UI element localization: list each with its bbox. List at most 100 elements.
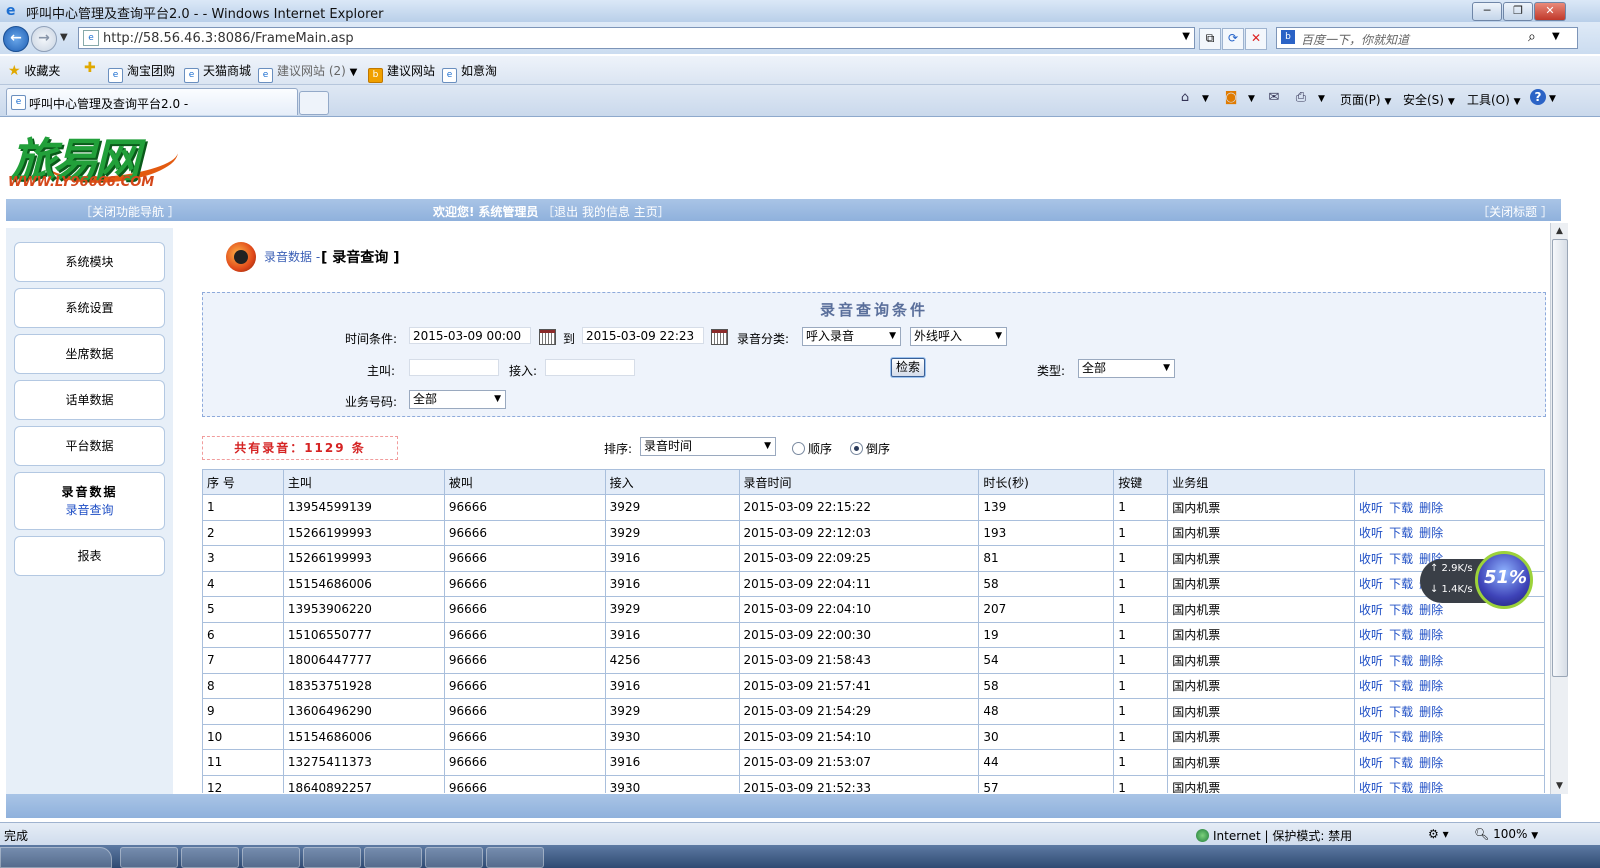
- fav-item-suggested-sites[interactable]: e 建议网站 (2) ▼: [258, 62, 357, 83]
- listen-link[interactable]: 收听: [1359, 628, 1383, 642]
- minimize-button[interactable]: ─: [1472, 2, 1502, 21]
- add-favorite-icon[interactable]: ✚: [84, 60, 96, 76]
- listen-link[interactable]: 收听: [1359, 781, 1383, 793]
- type-select[interactable]: 全部 ▼: [1078, 359, 1175, 378]
- download-link[interactable]: 下载: [1389, 679, 1413, 693]
- new-tab-button[interactable]: [299, 91, 329, 115]
- listen-link[interactable]: 收听: [1359, 577, 1383, 591]
- fav-item-ruyitao[interactable]: e 如意淘: [442, 62, 497, 83]
- close-title-link[interactable]: ［关闭标题 ］: [1477, 203, 1553, 220]
- favorites-button[interactable]: ★ 收藏夹: [8, 62, 60, 79]
- taskbar-button[interactable]: [242, 847, 300, 868]
- biz-number-select[interactable]: 全部 ▼: [409, 390, 506, 409]
- download-link[interactable]: 下载: [1389, 526, 1413, 540]
- download-link[interactable]: 下载: [1389, 501, 1413, 515]
- scroll-down-icon[interactable]: ▼: [1551, 778, 1568, 794]
- download-link[interactable]: 下载: [1389, 781, 1413, 793]
- fav-item-suggest[interactable]: b 建议网站: [368, 62, 435, 83]
- sidebar-item-platform-data[interactable]: 平台数据: [14, 426, 165, 466]
- sort-desc-radio[interactable]: [850, 442, 863, 455]
- delete-link[interactable]: 删除: [1419, 628, 1443, 642]
- compatibility-icon[interactable]: ⧉: [1199, 28, 1221, 50]
- callee-input[interactable]: [545, 359, 635, 376]
- calendar-icon[interactable]: [539, 329, 556, 345]
- help-icon[interactable]: ?: [1530, 89, 1546, 105]
- start-button[interactable]: [0, 847, 112, 868]
- mail-icon[interactable]: ✉: [1265, 90, 1283, 106]
- taskbar-button[interactable]: [425, 847, 483, 868]
- tab-active[interactable]: e 呼叫中心管理及查询平台2.0 -: [6, 88, 298, 115]
- forward-button[interactable]: →: [31, 26, 57, 52]
- listen-link[interactable]: 收听: [1359, 501, 1383, 515]
- delete-link[interactable]: 删除: [1419, 705, 1443, 719]
- taskbar-button[interactable]: [364, 847, 422, 868]
- sidebar-item-agent-data[interactable]: 坐席数据: [14, 334, 165, 374]
- sidebar-item-system-settings[interactable]: 系统设置: [14, 288, 165, 328]
- listen-link[interactable]: 收听: [1359, 679, 1383, 693]
- sort-asc-radio[interactable]: [792, 442, 805, 455]
- calendar-icon[interactable]: [711, 329, 728, 345]
- delete-link[interactable]: 删除: [1419, 679, 1443, 693]
- taskbar-button[interactable]: [303, 847, 361, 868]
- listen-link[interactable]: 收听: [1359, 552, 1383, 566]
- download-link[interactable]: 下载: [1389, 577, 1413, 591]
- delete-link[interactable]: 删除: [1419, 654, 1443, 668]
- refresh-icon[interactable]: ⟳: [1222, 28, 1244, 50]
- fav-item-taobao[interactable]: e 淘宝团购: [108, 62, 175, 83]
- category2-select[interactable]: 外线呼入 ▼: [910, 327, 1007, 346]
- search-button[interactable]: 检索: [891, 358, 925, 377]
- download-link[interactable]: 下载: [1389, 654, 1413, 668]
- print-icon[interactable]: ⎙: [1292, 90, 1310, 106]
- close-window-button[interactable]: ✕: [1534, 2, 1566, 21]
- close-nav-link[interactable]: ［关闭功能导航 ］: [80, 203, 180, 220]
- history-dropdown-icon[interactable]: ▼: [60, 32, 68, 43]
- protected-mode-icon[interactable]: ⚙ ▾: [1428, 827, 1449, 841]
- search-options-icon[interactable]: ▼: [1552, 31, 1560, 42]
- download-link[interactable]: 下载: [1389, 628, 1413, 642]
- home-icon[interactable]: ⌂: [1176, 90, 1194, 106]
- home-dropdown-icon[interactable]: ▼: [1202, 94, 1209, 104]
- network-speed-widget[interactable]: ↑ 2.9K/s ↓ 1.4K/s 51%: [1420, 551, 1533, 609]
- feed-dropdown-icon[interactable]: ▼: [1248, 94, 1255, 104]
- download-link[interactable]: 下载: [1389, 603, 1413, 617]
- address-dropdown-icon[interactable]: ▼: [1182, 31, 1190, 42]
- address-field[interactable]: e http://58.56.46.3:8086/FrameMain.asp ▼: [78, 27, 1195, 49]
- zoom-level[interactable]: 🔍︎ 100% ▼: [1474, 827, 1538, 841]
- help-dropdown-icon[interactable]: ▼: [1549, 94, 1556, 104]
- caller-input[interactable]: [409, 359, 499, 376]
- taskbar-button[interactable]: [120, 847, 178, 868]
- back-button[interactable]: ←: [3, 26, 29, 52]
- time-to-input[interactable]: 2015-03-09 22:23: [582, 327, 704, 344]
- scroll-up-icon[interactable]: ▲: [1551, 223, 1568, 239]
- delete-link[interactable]: 删除: [1419, 501, 1443, 515]
- security-zone[interactable]: Internet | 保护模式: 禁用: [1196, 827, 1352, 844]
- listen-link[interactable]: 收听: [1359, 705, 1383, 719]
- search-engine-icon[interactable]: b: [1281, 30, 1295, 44]
- download-link[interactable]: 下载: [1389, 730, 1413, 744]
- page-menu[interactable]: 页面(P) ▼: [1340, 91, 1391, 108]
- listen-link[interactable]: 收听: [1359, 730, 1383, 744]
- rss-feed-icon[interactable]: ◙: [1222, 90, 1240, 106]
- user-links[interactable]: ［退出 我的信息 主页］: [542, 205, 670, 219]
- tools-menu[interactable]: 工具(O) ▼: [1467, 91, 1521, 108]
- time-from-input[interactable]: 2015-03-09 00:00: [409, 327, 531, 344]
- download-link[interactable]: 下载: [1389, 705, 1413, 719]
- delete-link[interactable]: 删除: [1419, 730, 1443, 744]
- listen-link[interactable]: 收听: [1359, 756, 1383, 770]
- sidebar-subitem-recording-query[interactable]: 录音查询: [15, 501, 164, 519]
- taskbar-button[interactable]: [486, 847, 544, 868]
- vertical-scrollbar[interactable]: ▲ ▼: [1550, 223, 1568, 794]
- download-link[interactable]: 下载: [1389, 552, 1413, 566]
- print-dropdown-icon[interactable]: ▼: [1318, 94, 1325, 104]
- sidebar-item-reports[interactable]: 报表: [14, 536, 165, 576]
- sidebar-item-system-modules[interactable]: 系统模块: [14, 242, 165, 282]
- listen-link[interactable]: 收听: [1359, 654, 1383, 668]
- sort-select[interactable]: 录音时间 ▼: [640, 437, 776, 456]
- search-icon[interactable]: ⌕: [1528, 29, 1536, 45]
- scroll-thumb[interactable]: [1552, 239, 1568, 677]
- listen-link[interactable]: 收听: [1359, 526, 1383, 540]
- delete-link[interactable]: 删除: [1419, 756, 1443, 770]
- download-link[interactable]: 下载: [1389, 756, 1413, 770]
- category-select[interactable]: 呼入录音 ▼: [802, 327, 901, 346]
- stop-icon[interactable]: ✕: [1245, 28, 1267, 50]
